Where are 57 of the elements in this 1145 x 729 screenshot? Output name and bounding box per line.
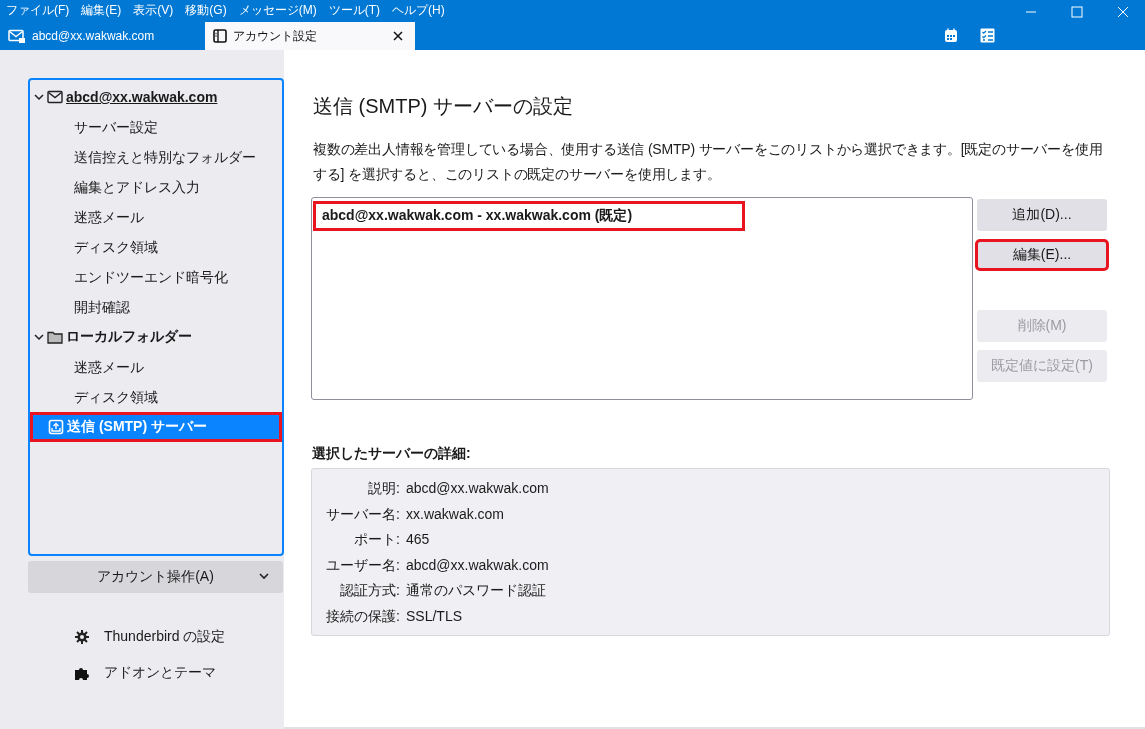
tree-item[interactable]: エンドツーエンド暗号化 bbox=[30, 262, 282, 292]
detail-value: 通常のパスワード認証 bbox=[406, 581, 547, 600]
detail-value: abcd@xx.wakwak.com bbox=[406, 555, 550, 574]
tab-label: アカウント設定 bbox=[233, 27, 317, 45]
chevron-down-icon bbox=[259, 573, 269, 580]
account-item[interactable]: ローカルフォルダー bbox=[30, 322, 282, 352]
tree-item[interactable]: サーバー設定 bbox=[30, 112, 282, 142]
maximize-icon bbox=[1071, 6, 1083, 18]
close-icon bbox=[1117, 6, 1129, 18]
detail-label: ユーザー名: bbox=[325, 555, 400, 574]
account-item[interactable]: 送信 (SMTP) サーバー bbox=[30, 412, 282, 442]
menu-item[interactable]: メッセージ(M) bbox=[238, 1, 317, 19]
menu-item[interactable]: ファイル(F) bbox=[6, 1, 70, 19]
envelope-lock-icon bbox=[8, 28, 26, 44]
menu-item[interactable]: 編集(E) bbox=[81, 1, 122, 19]
tree-item[interactable]: 編集とアドレス入力 bbox=[30, 172, 282, 202]
account-actions-button[interactable]: アカウント操作(A) bbox=[28, 561, 283, 593]
server-item[interactable]: abcd@xx.wakwak.com - xx.wakwak.com (既定) bbox=[313, 201, 745, 231]
action-button[interactable]: 追加(D)... bbox=[977, 199, 1107, 231]
tree-item[interactable]: 迷惑メール bbox=[30, 202, 282, 232]
settings-link[interactable]: Thunderbird の設定 bbox=[104, 628, 226, 646]
menu-item[interactable]: ヘルプ(H) bbox=[392, 1, 445, 19]
menu-item[interactable]: 移動(G) bbox=[185, 1, 227, 19]
tab[interactable]: アカウント設定 bbox=[205, 22, 415, 50]
tree-item[interactable]: 送信控えと特別なフォルダー bbox=[30, 142, 282, 172]
account-item[interactable]: abcd@xx.wakwak.com bbox=[30, 82, 282, 112]
detail-value: xx.wakwak.com bbox=[406, 504, 506, 523]
detail-label: 説明: bbox=[367, 479, 400, 498]
tree-item[interactable]: 迷惑メール bbox=[30, 352, 282, 382]
settings-link[interactable]: アドオンとテーマ bbox=[104, 664, 216, 682]
tree-item[interactable]: 開封確認 bbox=[30, 292, 282, 322]
tree-item[interactable]: ディスク領域 bbox=[30, 232, 282, 262]
task-list-icon bbox=[980, 27, 995, 43]
detail-label: 接続の保護: bbox=[325, 606, 400, 625]
close-icon bbox=[391, 31, 405, 41]
detail-label: 認証方式: bbox=[339, 581, 400, 600]
action-button[interactable]: 編集(E)... bbox=[977, 241, 1107, 269]
puzzle-icon bbox=[74, 665, 90, 681]
menu-item[interactable]: ツール(T) bbox=[328, 1, 380, 19]
calendar-icon bbox=[944, 27, 958, 43]
tab-label: abcd@xx.wakwak.com bbox=[32, 29, 155, 43]
folder-icon bbox=[47, 330, 63, 344]
tab[interactable]: abcd@xx.wakwak.com bbox=[0, 22, 205, 50]
menu-item[interactable]: 表示(V) bbox=[133, 1, 174, 19]
tree-item[interactable]: ディスク領域 bbox=[30, 382, 282, 412]
detail-label: ポート: bbox=[353, 530, 400, 549]
gear-icon bbox=[74, 629, 90, 645]
outbox-icon bbox=[48, 419, 64, 435]
details-heading: 選択したサーバーの詳細: bbox=[312, 445, 472, 463]
description-text: 複数の差出人情報を管理している場合、使用する送信 (SMTP) サーバーをこのリストから選択できます。[既定のサーバーを使用する] を選択すると、このリストの既定のサーバーを使用します。 bbox=[313, 140, 1104, 184]
detail-value: SSL/TLS bbox=[406, 606, 464, 625]
envelope-icon bbox=[47, 90, 63, 104]
panel-icon bbox=[213, 29, 227, 43]
detail-label: サーバー名: bbox=[325, 504, 400, 523]
detail-value: abcd@xx.wakwak.com bbox=[406, 479, 550, 498]
page-title: 送信 (SMTP) サーバーの設定 bbox=[313, 94, 574, 119]
detail-value: 465 bbox=[406, 530, 431, 549]
